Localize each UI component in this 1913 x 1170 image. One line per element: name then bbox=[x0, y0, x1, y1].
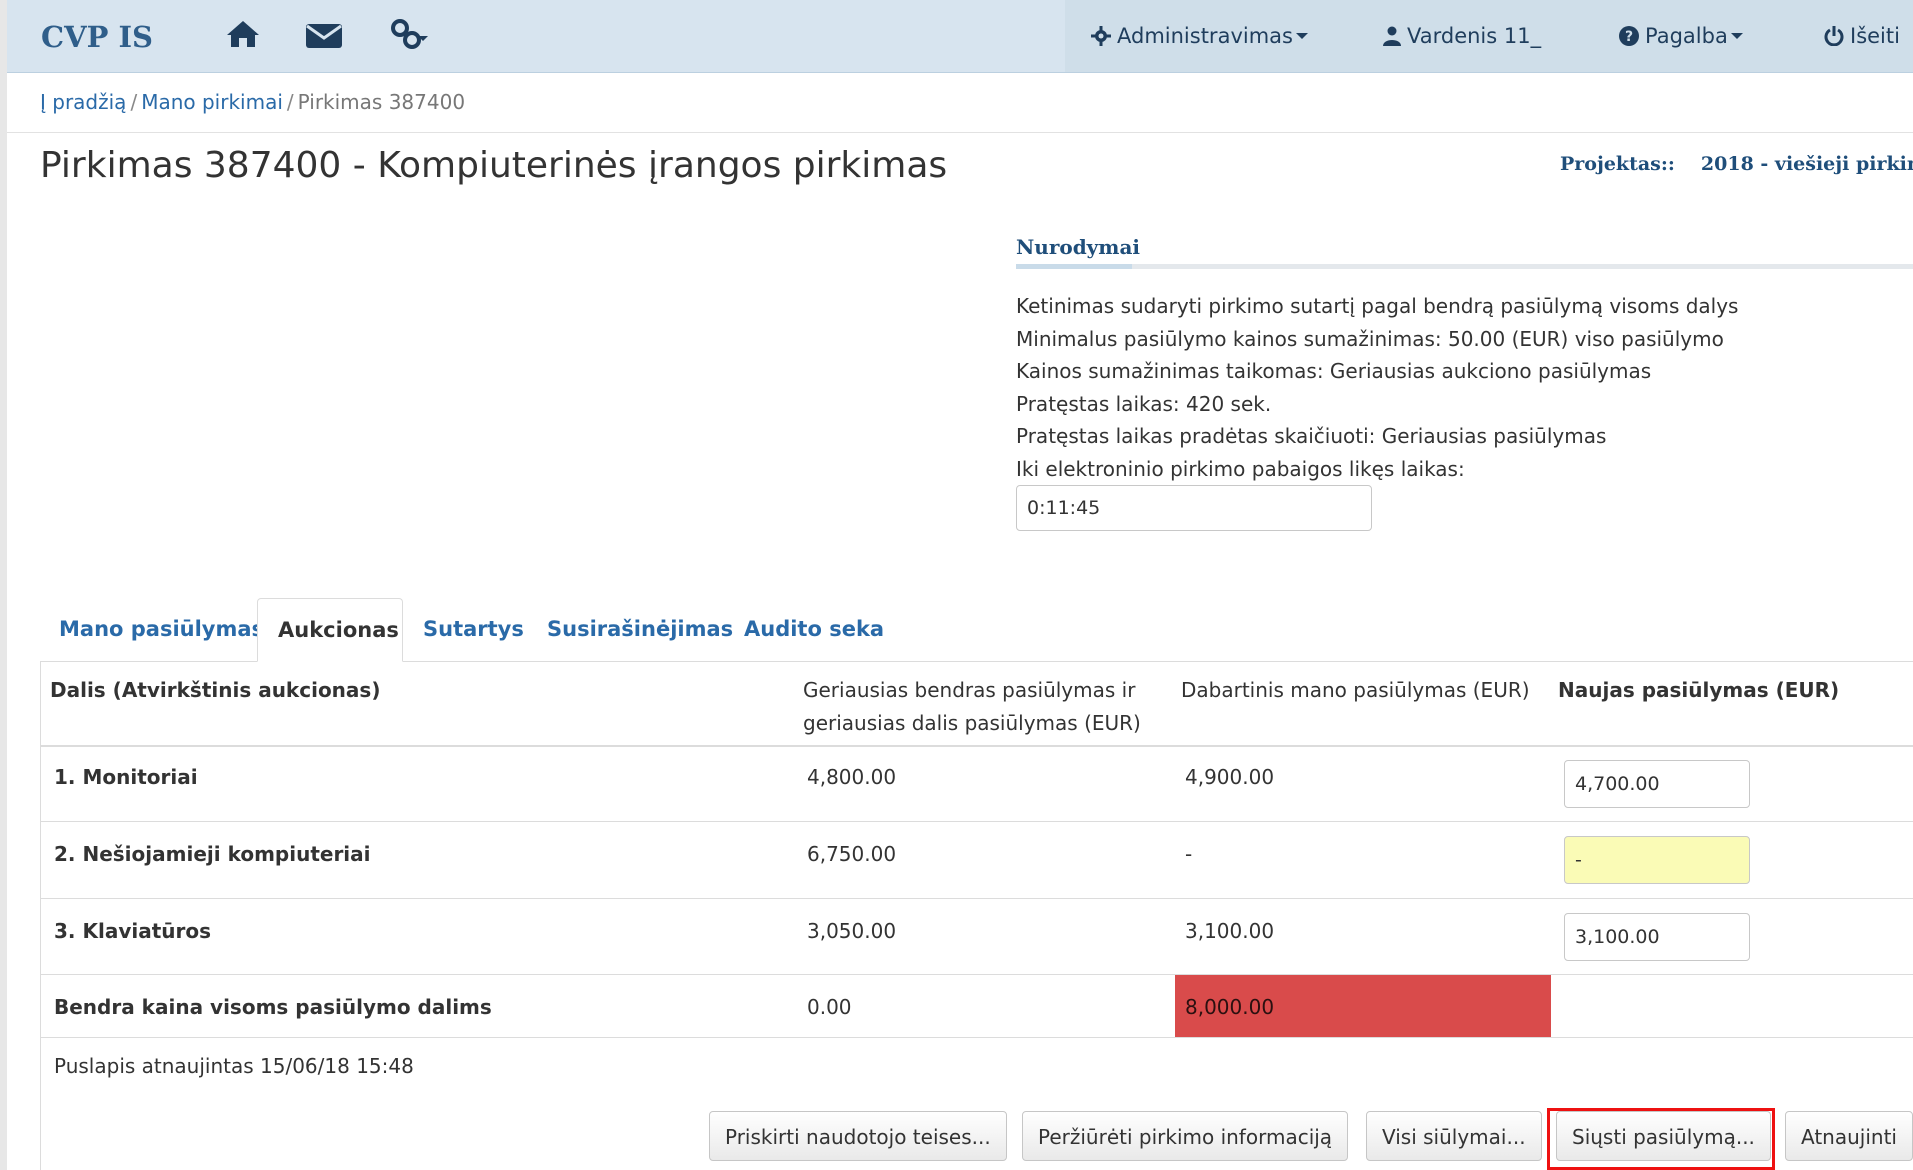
breadcrumb-home[interactable]: Į pradžią bbox=[40, 90, 126, 114]
link-icon[interactable] bbox=[390, 18, 428, 56]
gear-icon bbox=[1091, 26, 1111, 46]
help-label: Pagalba bbox=[1645, 24, 1728, 48]
table-row: 3. Klaviatūros 3,050.00 3,100.00 3,100.0… bbox=[41, 899, 1913, 975]
header-new-offer: Naujas pasiūlymas (EUR) bbox=[1558, 678, 1840, 702]
help-menu[interactable]: ? Pagalba bbox=[1619, 24, 1743, 48]
refresh-button[interactable]: Atnaujinti bbox=[1785, 1111, 1913, 1161]
part-name: 2. Nešiojamieji kompiuteriai bbox=[54, 842, 371, 866]
breadcrumb-my-purchases[interactable]: Mano pirkimai bbox=[141, 90, 283, 114]
home-icon[interactable] bbox=[225, 18, 261, 50]
view-purchase-info-button[interactable]: Peržiūrėti pirkimo informaciją bbox=[1022, 1111, 1349, 1161]
tab-contracts[interactable]: Sutartys bbox=[423, 598, 524, 661]
best-offer-value: 3,050.00 bbox=[807, 919, 897, 943]
user-label: Vardenis 11_ bbox=[1407, 24, 1542, 48]
logout-link[interactable]: Išeiti bbox=[1824, 24, 1900, 48]
instructions-underline-active bbox=[1016, 264, 1132, 269]
header-part: Dalis (Atvirkštinis aukcionas) bbox=[50, 678, 381, 702]
breadcrumb: Į pradžią / Mano pirkimai / Pirkimas 387400 bbox=[40, 90, 465, 114]
best-offer-value: 6,750.00 bbox=[807, 842, 897, 866]
divider bbox=[7, 132, 1913, 133]
send-offer-highlight-box bbox=[1547, 1108, 1775, 1170]
current-offer-value: 4,900.00 bbox=[1185, 765, 1275, 789]
instructions-underline bbox=[1016, 264, 1913, 269]
question-icon: ? bbox=[1619, 26, 1639, 46]
table-header: Dalis (Atvirkštinis aukcionas) Geriausia… bbox=[41, 661, 1913, 747]
instruction-line: Iki elektroninio pirkimo pabaigos likęs … bbox=[1016, 456, 1465, 481]
auction-panel: Dalis (Atvirkštinis aukcionas) Geriausia… bbox=[40, 661, 1913, 1170]
part-name: 3. Klaviatūros bbox=[54, 919, 212, 943]
power-icon bbox=[1824, 26, 1844, 47]
instruction-line: Kainos sumažinimas taikomas: Geriausias … bbox=[1016, 359, 1652, 384]
instructions-heading[interactable]: Nurodymai bbox=[1016, 235, 1140, 259]
tab-audit-trail[interactable]: Audito seka bbox=[744, 598, 884, 661]
envelope-icon[interactable] bbox=[305, 22, 343, 50]
instruction-line: Pratęstas laikas: 420 sek. bbox=[1016, 391, 1272, 416]
admin-label: Administravimas bbox=[1117, 24, 1293, 48]
current-offer-value: - bbox=[1185, 842, 1193, 866]
instruction-line: Minimalus pasiūlymo kainos sumažinimas: … bbox=[1016, 326, 1724, 351]
breadcrumb-current: Pirkimas 387400 bbox=[297, 90, 466, 114]
total-best-value: 0.00 bbox=[807, 995, 852, 1019]
page-updated-text: Puslapis atnaujintas 15/06/18 15:48 bbox=[54, 1054, 414, 1078]
instruction-line: Ketinimas sudaryti pirkimo sutartį pagal… bbox=[1016, 294, 1739, 318]
total-row: Bendra kaina visoms pasiūlymo dalims 0.0… bbox=[41, 975, 1913, 1038]
remaining-time-field: 0:11:45 bbox=[1016, 485, 1372, 531]
project-label: Projektas:: bbox=[1560, 153, 1675, 175]
user-icon bbox=[1383, 26, 1401, 46]
project-info: Projektas::2018 - viešieji pirkimai bbox=[1560, 153, 1913, 175]
current-offer-value: 3,100.00 bbox=[1185, 919, 1275, 943]
instructions-text: Ketinimas sudaryti pirkimo sutartį pagal… bbox=[1016, 290, 1738, 486]
svg-text:?: ? bbox=[1625, 29, 1633, 45]
part-name: 1. Monitoriai bbox=[54, 765, 198, 789]
header-current-offer: Dabartinis mano pasiūlymas (EUR) bbox=[1181, 678, 1530, 702]
chevron-down-icon bbox=[1730, 33, 1743, 39]
user-menu[interactable]: Vardenis 11_ bbox=[1383, 24, 1541, 48]
total-current-value: 8,000.00 bbox=[1185, 995, 1275, 1019]
brand-logo[interactable]: CVP IS bbox=[41, 20, 153, 54]
instruction-line: Pratęstas laikas pradėtas skaičiuoti: Ge… bbox=[1016, 424, 1607, 449]
page-title: Pirkimas 387400 - Kompiuterinės įrangos … bbox=[40, 145, 948, 186]
left-edge bbox=[0, 0, 7, 1170]
best-offer-value: 4,800.00 bbox=[807, 765, 897, 789]
table-row: 1. Monitoriai 4,800.00 4,900.00 4,700.00 bbox=[41, 745, 1913, 822]
tab-bar: Mano pasiūlymas Aukcionas Sutartys Susir… bbox=[40, 598, 1913, 662]
page: CVP IS Administravimas Vardenis 11_ ? Pa… bbox=[0, 0, 1913, 1170]
table-row: 2. Nešiojamieji kompiuteriai 6,750.00 - … bbox=[41, 822, 1913, 899]
assign-rights-button[interactable]: Priskirti naudotojo teises... bbox=[709, 1111, 1007, 1161]
breadcrumb-separator: / bbox=[286, 90, 294, 114]
admin-menu[interactable]: Administravimas bbox=[1091, 24, 1308, 48]
total-label: Bendra kaina visoms pasiūlymo dalims bbox=[54, 995, 492, 1019]
new-offer-input[interactable]: 4,700.00 bbox=[1564, 760, 1750, 808]
logout-label: Išeiti bbox=[1850, 24, 1900, 48]
all-offers-button[interactable]: Visi siūlymai... bbox=[1366, 1111, 1542, 1161]
new-offer-input[interactable]: 3,100.00 bbox=[1564, 913, 1750, 961]
tab-auction[interactable]: Aukcionas bbox=[257, 598, 403, 662]
project-value[interactable]: 2018 - viešieji pirkimai bbox=[1701, 153, 1913, 175]
new-offer-input[interactable]: - bbox=[1564, 836, 1750, 884]
tab-correspondence[interactable]: Susirašinėjimas bbox=[547, 598, 733, 661]
header-best-offer: Geriausias bendras pasiūlymas ir geriaus… bbox=[803, 678, 1141, 735]
tab-my-offer[interactable]: Mano pasiūlymas bbox=[59, 598, 264, 661]
top-navbar: CVP IS Administravimas Vardenis 11_ ? Pa… bbox=[7, 0, 1913, 73]
breadcrumb-separator: / bbox=[130, 90, 138, 114]
chevron-down-icon bbox=[1295, 33, 1308, 39]
